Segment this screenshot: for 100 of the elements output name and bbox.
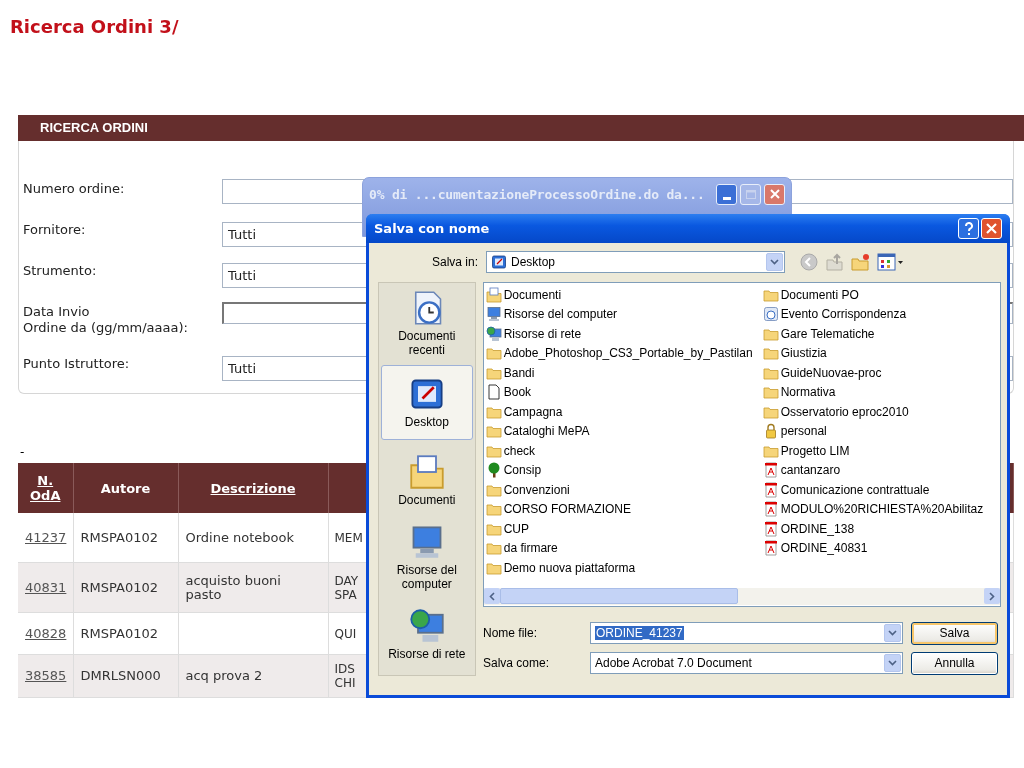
maximize-icon: [745, 189, 756, 199]
file-item[interactable]: Demo nuova piattaforma: [485, 558, 763, 578]
computer-icon: [485, 306, 502, 323]
new-folder-icon[interactable]: [851, 252, 871, 272]
minimize-button[interactable]: [716, 183, 737, 205]
file-item[interactable]: Giustizia: [762, 343, 1000, 363]
file-item[interactable]: CORSO FORMAZIONE: [485, 499, 763, 519]
table-cell: Ordine notebook: [178, 513, 328, 563]
close-icon: [769, 189, 780, 199]
column-header[interactable]: Descrizione: [178, 463, 328, 513]
file-item[interactable]: Adobe_Photoshop_CS3_Portable_by_Pastilan: [485, 343, 763, 363]
close-button[interactable]: [764, 183, 785, 205]
file-item[interactable]: Risorse del computer: [485, 304, 763, 324]
file-item[interactable]: cantanzaro: [762, 460, 1000, 480]
pdf-icon: [762, 501, 779, 518]
folder-icon: [485, 423, 502, 440]
table-cell: RMSPA0102: [73, 612, 178, 655]
column-header: Autore: [73, 463, 178, 513]
table-cell: acq prova 2: [178, 654, 328, 698]
separator-text: -: [20, 446, 25, 458]
folder-icon: [762, 345, 779, 362]
order-number-link[interactable]: 40828: [18, 612, 73, 655]
clock-document-icon: [762, 306, 779, 323]
views-icon[interactable]: [877, 252, 905, 272]
file-item[interactable]: ORDINE_138: [762, 519, 1000, 539]
save-button[interactable]: Salva: [911, 621, 998, 645]
file-item[interactable]: Progetto LIM: [762, 441, 1000, 461]
file-item[interactable]: Consip: [485, 460, 763, 480]
table-cell: RMSPA0102: [73, 513, 178, 563]
page-title: Ricerca Ordini 3/: [10, 15, 179, 39]
network-computer-icon: [485, 325, 502, 342]
save-in-label: Salva in:: [430, 255, 479, 269]
field-label: Numero ordine:: [23, 180, 126, 198]
file-name-text: ORDINE_41237: [595, 626, 684, 640]
file-item[interactable]: ORDINE_40831: [762, 538, 1000, 558]
table-cell: acquisto buoni pasto: [178, 562, 328, 613]
folder-icon: [485, 540, 502, 557]
file-item[interactable]: Documenti: [485, 285, 763, 305]
pdf-icon: [762, 481, 779, 498]
help-button[interactable]: [958, 218, 979, 239]
file-item[interactable]: check: [485, 441, 763, 461]
documents-folder-icon: [485, 286, 502, 303]
order-number-link[interactable]: 41237: [18, 513, 73, 563]
cancel-button[interactable]: Annulla: [911, 651, 998, 675]
order-number-link[interactable]: 38585: [18, 654, 73, 698]
folder-icon: [485, 345, 502, 362]
file-item[interactable]: Book: [485, 382, 763, 402]
places-item[interactable]: Risorse di rete: [381, 597, 473, 673]
file-item[interactable]: personal: [762, 421, 1000, 441]
pdf-icon: [762, 520, 779, 537]
places-item[interactable]: Documenti: [381, 442, 473, 518]
places-item[interactable]: Risorse del computer: [381, 520, 473, 595]
dialog-title: Salva con nome: [374, 221, 491, 236]
field-label: Punto Istruttore:: [23, 355, 131, 373]
column-header[interactable]: N. OdA: [18, 463, 73, 513]
table-cell: DMRLSN000: [73, 654, 178, 698]
file-item[interactable]: Evento Corrispondenza: [762, 304, 1000, 324]
table-cell: RMSPA0102: [73, 562, 178, 613]
minimize-icon: [722, 196, 731, 200]
close-icon: [986, 223, 997, 234]
table-cell: DAY SPA: [328, 562, 366, 613]
save-as-label: Salva come:: [483, 656, 551, 670]
file-item[interactable]: GuideNuovae-proc: [762, 363, 1000, 383]
folder-icon: [485, 501, 502, 518]
file-item[interactable]: Risorse di rete: [485, 324, 763, 344]
scroll-left-icon[interactable]: [483, 588, 500, 604]
page-icon: [485, 384, 502, 401]
file-item[interactable]: Comunicazione contrattuale: [762, 480, 1000, 500]
save-in-combo[interactable]: Desktop: [486, 251, 785, 273]
field-label: Data Invio Ordine da (gg/mm/aaaa):: [23, 303, 189, 337]
file-item[interactable]: Osservatorio eproc2010: [762, 402, 1000, 422]
file-item[interactable]: Documenti PO: [762, 285, 1000, 305]
order-number-link[interactable]: 40831: [18, 562, 73, 613]
network-computer-icon: [408, 608, 445, 645]
scrollbar-thumb[interactable]: [499, 588, 738, 604]
help-icon: [963, 221, 974, 236]
file-item[interactable]: Campagna: [485, 402, 763, 422]
places-item[interactable]: Desktop: [381, 365, 473, 440]
window-title: 0% di ...cumentazioneProcessoOrdine.do da...: [369, 186, 706, 202]
file-type-combo[interactable]: Adobe Acrobat 7.0 Document: [590, 652, 903, 674]
documents-folder-icon: [408, 453, 445, 490]
file-item[interactable]: Cataloghi MePA: [485, 421, 763, 441]
pdf-icon: [762, 462, 779, 479]
field-label: Strumento:: [23, 262, 98, 280]
section-header: RICERCA ORDINI: [18, 115, 1024, 141]
back-icon[interactable]: [799, 252, 819, 272]
file-item[interactable]: Convenzioni: [485, 480, 763, 500]
file-name-label: Nome file:: [483, 626, 539, 640]
table-cell: IDS CHI: [328, 654, 366, 698]
file-item[interactable]: CUP: [485, 519, 763, 539]
file-name-field[interactable]: ORDINE_41237: [590, 622, 903, 644]
file-item[interactable]: Normativa: [762, 382, 1000, 402]
file-item[interactable]: da firmare: [485, 538, 763, 558]
horizontal-scrollbar[interactable]: [483, 588, 1000, 605]
scroll-right-icon[interactable]: [984, 588, 1000, 604]
field-label: Fornitore:: [23, 221, 87, 239]
places-item[interactable]: Documenti recenti: [381, 286, 473, 361]
file-item[interactable]: Bandi: [485, 363, 763, 383]
file-item[interactable]: Gare Telematiche: [762, 324, 1000, 344]
file-item[interactable]: MODULO%20RICHIESTA%20Abilitaz: [762, 499, 1000, 519]
